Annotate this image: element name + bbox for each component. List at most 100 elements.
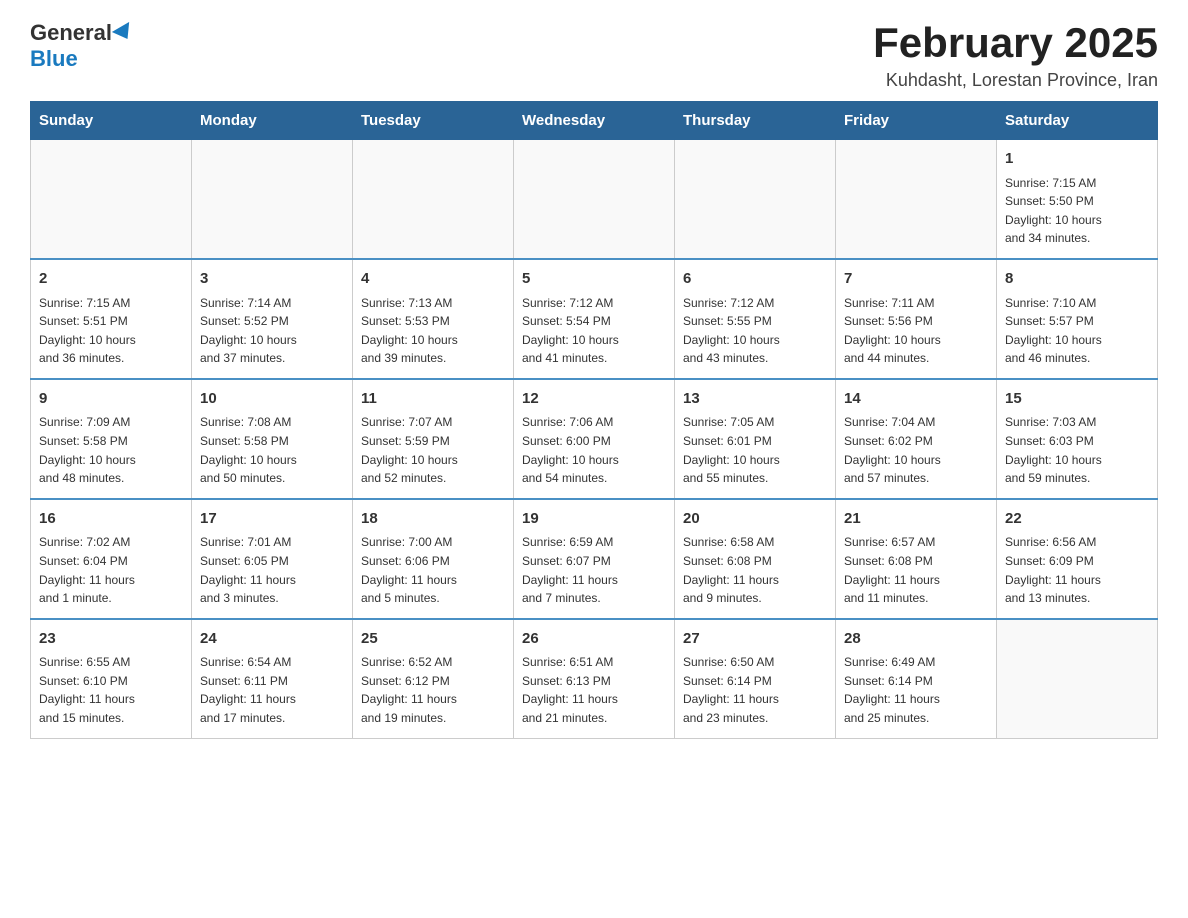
day-info: Sunrise: 7:03 AM Sunset: 6:03 PM Dayligh… [1005, 413, 1149, 487]
day-number: 13 [683, 388, 827, 411]
calendar-day-cell: 25Sunrise: 6:52 AM Sunset: 6:12 PM Dayli… [353, 619, 514, 738]
calendar-week-row: 2 Sunrise: 7:15 AM Sunset: 5:51 PM Daylig… [31, 259, 1158, 379]
day-info: Sunrise: 6:57 AM Sunset: 6:08 PM Dayligh… [844, 533, 988, 607]
day-info: Sunrise: 6:56 AM Sunset: 6:09 PM Dayligh… [1005, 533, 1149, 607]
calendar-day-cell: 26Sunrise: 6:51 AM Sunset: 6:13 PM Dayli… [514, 619, 675, 738]
calendar-day-cell: 16Sunrise: 7:02 AM Sunset: 6:04 PM Dayli… [31, 499, 192, 619]
day-info: Sunrise: 7:15 AM Sunset: 5:51 PM Dayligh… [39, 294, 183, 368]
calendar-day-cell [31, 140, 192, 259]
day-info: Sunrise: 7:01 AM Sunset: 6:05 PM Dayligh… [200, 533, 344, 607]
calendar-day-cell: 5 Sunrise: 7:12 AM Sunset: 5:54 PM Daylig… [514, 259, 675, 379]
day-info: Sunrise: 6:58 AM Sunset: 6:08 PM Dayligh… [683, 533, 827, 607]
logo-blue-text: Blue [30, 46, 78, 72]
calendar-day-cell: 9Sunrise: 7:09 AM Sunset: 5:58 PM Daylig… [31, 379, 192, 499]
day-number: 26 [522, 628, 666, 651]
day-info: Sunrise: 6:49 AM Sunset: 6:14 PM Dayligh… [844, 653, 988, 727]
day-info: Sunrise: 7:04 AM Sunset: 6:02 PM Dayligh… [844, 413, 988, 487]
header-row: SundayMondayTuesdayWednesdayThursdayFrid… [31, 102, 1158, 140]
day-info: Sunrise: 7:10 AM Sunset: 5:57 PM Dayligh… [1005, 294, 1149, 368]
day-info: Sunrise: 7:07 AM Sunset: 5:59 PM Dayligh… [361, 413, 505, 487]
calendar-day-cell: 15Sunrise: 7:03 AM Sunset: 6:03 PM Dayli… [997, 379, 1158, 499]
title-block: February 2025 Kuhdasht, Lorestan Provinc… [873, 20, 1158, 91]
calendar-day-cell: 20Sunrise: 6:58 AM Sunset: 6:08 PM Dayli… [675, 499, 836, 619]
day-number: 17 [200, 508, 344, 531]
day-number: 11 [361, 388, 505, 411]
calendar-day-cell: 17Sunrise: 7:01 AM Sunset: 6:05 PM Dayli… [192, 499, 353, 619]
calendar-day-cell: 23Sunrise: 6:55 AM Sunset: 6:10 PM Dayli… [31, 619, 192, 738]
day-number: 27 [683, 628, 827, 651]
calendar-day-cell: 22Sunrise: 6:56 AM Sunset: 6:09 PM Dayli… [997, 499, 1158, 619]
day-info: Sunrise: 7:13 AM Sunset: 5:53 PM Dayligh… [361, 294, 505, 368]
day-info: Sunrise: 7:00 AM Sunset: 6:06 PM Dayligh… [361, 533, 505, 607]
calendar-day-cell: 3 Sunrise: 7:14 AM Sunset: 5:52 PM Daylig… [192, 259, 353, 379]
calendar-day-cell [514, 140, 675, 259]
calendar-day-cell: 12Sunrise: 7:06 AM Sunset: 6:00 PM Dayli… [514, 379, 675, 499]
day-info: Sunrise: 6:54 AM Sunset: 6:11 PM Dayligh… [200, 653, 344, 727]
calendar-week-row: 23Sunrise: 6:55 AM Sunset: 6:10 PM Dayli… [31, 619, 1158, 738]
day-info: Sunrise: 6:51 AM Sunset: 6:13 PM Dayligh… [522, 653, 666, 727]
day-info: Sunrise: 7:14 AM Sunset: 5:52 PM Dayligh… [200, 294, 344, 368]
logo-general-text: General [30, 20, 112, 46]
day-number: 3 [200, 268, 344, 291]
calendar-day-cell: 10Sunrise: 7:08 AM Sunset: 5:58 PM Dayli… [192, 379, 353, 499]
day-number: 8 [1005, 268, 1149, 291]
day-number: 1 [1005, 148, 1149, 171]
day-info: Sunrise: 7:06 AM Sunset: 6:00 PM Dayligh… [522, 413, 666, 487]
day-number: 25 [361, 628, 505, 651]
day-number: 18 [361, 508, 505, 531]
day-number: 2 [39, 268, 183, 291]
calendar-day-cell: 1Sunrise: 7:15 AM Sunset: 5:50 PM Daylig… [997, 140, 1158, 259]
day-info: Sunrise: 7:12 AM Sunset: 5:55 PM Dayligh… [683, 294, 827, 368]
day-info: Sunrise: 6:52 AM Sunset: 6:12 PM Dayligh… [361, 653, 505, 727]
calendar-week-row: 16Sunrise: 7:02 AM Sunset: 6:04 PM Dayli… [31, 499, 1158, 619]
day-number: 15 [1005, 388, 1149, 411]
day-number: 28 [844, 628, 988, 651]
calendar-day-cell [836, 140, 997, 259]
day-number: 5 [522, 268, 666, 291]
day-number: 6 [683, 268, 827, 291]
day-of-week-header: Thursday [675, 102, 836, 140]
calendar-day-cell: 2 Sunrise: 7:15 AM Sunset: 5:51 PM Daylig… [31, 259, 192, 379]
day-number: 24 [200, 628, 344, 651]
location-subtitle: Kuhdasht, Lorestan Province, Iran [873, 70, 1158, 91]
day-number: 16 [39, 508, 183, 531]
calendar-day-cell [353, 140, 514, 259]
calendar-day-cell: 6 Sunrise: 7:12 AM Sunset: 5:55 PM Daylig… [675, 259, 836, 379]
day-number: 19 [522, 508, 666, 531]
day-of-week-header: Saturday [997, 102, 1158, 140]
day-info: Sunrise: 7:12 AM Sunset: 5:54 PM Dayligh… [522, 294, 666, 368]
calendar-day-cell: 21Sunrise: 6:57 AM Sunset: 6:08 PM Dayli… [836, 499, 997, 619]
calendar-day-cell [675, 140, 836, 259]
calendar-day-cell [192, 140, 353, 259]
day-number: 23 [39, 628, 183, 651]
calendar-day-cell: 28Sunrise: 6:49 AM Sunset: 6:14 PM Dayli… [836, 619, 997, 738]
day-of-week-header: Sunday [31, 102, 192, 140]
day-of-week-header: Friday [836, 102, 997, 140]
day-number: 14 [844, 388, 988, 411]
calendar-table: SundayMondayTuesdayWednesdayThursdayFrid… [30, 101, 1158, 738]
calendar-day-cell: 7Sunrise: 7:11 AM Sunset: 5:56 PM Daylig… [836, 259, 997, 379]
day-info: Sunrise: 7:11 AM Sunset: 5:56 PM Dayligh… [844, 294, 988, 368]
calendar-day-cell: 4 Sunrise: 7:13 AM Sunset: 5:53 PM Daylig… [353, 259, 514, 379]
calendar-day-cell: 18Sunrise: 7:00 AM Sunset: 6:06 PM Dayli… [353, 499, 514, 619]
day-number: 12 [522, 388, 666, 411]
logo-triangle-icon [112, 22, 136, 44]
calendar-week-row: 1Sunrise: 7:15 AM Sunset: 5:50 PM Daylig… [31, 140, 1158, 259]
day-number: 22 [1005, 508, 1149, 531]
day-info: Sunrise: 6:55 AM Sunset: 6:10 PM Dayligh… [39, 653, 183, 727]
calendar-day-cell: 27Sunrise: 6:50 AM Sunset: 6:14 PM Dayli… [675, 619, 836, 738]
logo: General Blue [30, 20, 134, 72]
calendar-day-cell: 19Sunrise: 6:59 AM Sunset: 6:07 PM Dayli… [514, 499, 675, 619]
calendar-day-cell: 11Sunrise: 7:07 AM Sunset: 5:59 PM Dayli… [353, 379, 514, 499]
day-number: 10 [200, 388, 344, 411]
day-of-week-header: Tuesday [353, 102, 514, 140]
day-of-week-header: Wednesday [514, 102, 675, 140]
day-of-week-header: Monday [192, 102, 353, 140]
day-info: Sunrise: 7:08 AM Sunset: 5:58 PM Dayligh… [200, 413, 344, 487]
calendar-day-cell: 8 Sunrise: 7:10 AM Sunset: 5:57 PM Daylig… [997, 259, 1158, 379]
day-number: 21 [844, 508, 988, 531]
calendar-day-cell: 13Sunrise: 7:05 AM Sunset: 6:01 PM Dayli… [675, 379, 836, 499]
calendar-day-cell: 24Sunrise: 6:54 AM Sunset: 6:11 PM Dayli… [192, 619, 353, 738]
day-number: 4 [361, 268, 505, 291]
day-info: Sunrise: 6:59 AM Sunset: 6:07 PM Dayligh… [522, 533, 666, 607]
